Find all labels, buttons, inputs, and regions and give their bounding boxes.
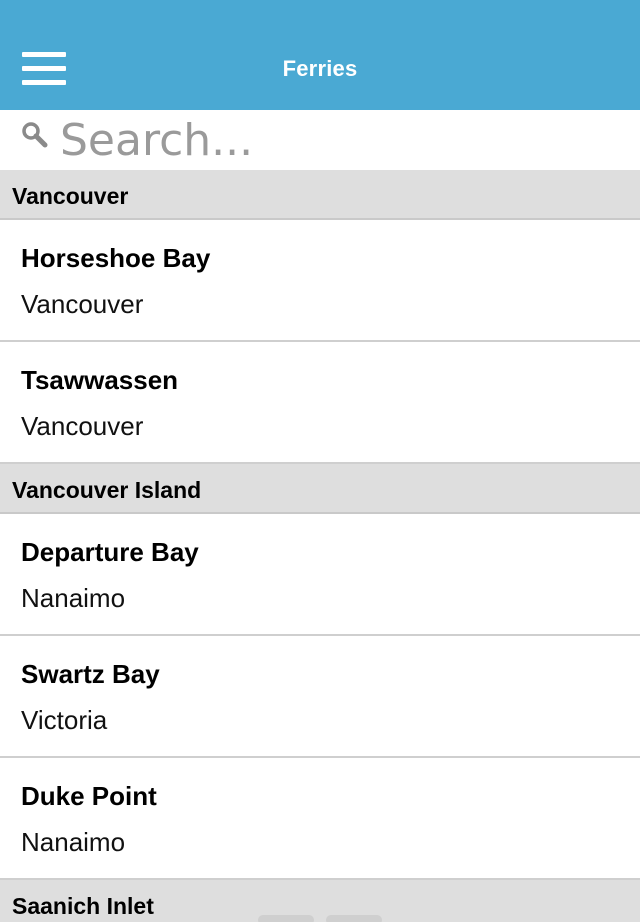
page-title: Ferries [282,56,358,81]
scroll-indicator [258,915,314,922]
ferry-terminal-list: Vancouver Horseshoe Bay Vancouver Tsawwa… [0,170,640,922]
search-input[interactable] [60,110,620,170]
terminal-city: Vancouver [21,289,144,319]
list-item[interactable]: Tsawwassen Vancouver [0,342,640,464]
terminal-city: Nanaimo [21,827,126,857]
terminal-city: Nanaimo [21,583,126,613]
list-item[interactable]: Swartz Bay Victoria [0,636,640,758]
terminal-name: Departure Bay [21,537,199,567]
list-item[interactable]: Horseshoe Bay Vancouver [0,220,640,342]
terminal-name: Tsawwassen [21,365,179,395]
terminal-name: Horseshoe Bay [21,243,211,273]
list-item[interactable]: Departure Bay Nanaimo [0,514,640,636]
terminal-city: Vancouver [21,411,144,441]
terminal-name: Swartz Bay [21,659,160,689]
search-icon [22,122,48,148]
terminal-city: Victoria [21,705,108,735]
terminal-name: Duke Point [21,781,157,811]
app-header: Ferries [0,0,640,110]
list-item[interactable]: Duke Point Nanaimo [0,758,640,880]
scroll-indicator [326,915,382,922]
section-header-vancouver: Vancouver [0,170,640,220]
section-header-vancouver-island: Vancouver Island [0,464,640,514]
section-header-saanich-inlet: Saanich Inlet [0,880,640,922]
